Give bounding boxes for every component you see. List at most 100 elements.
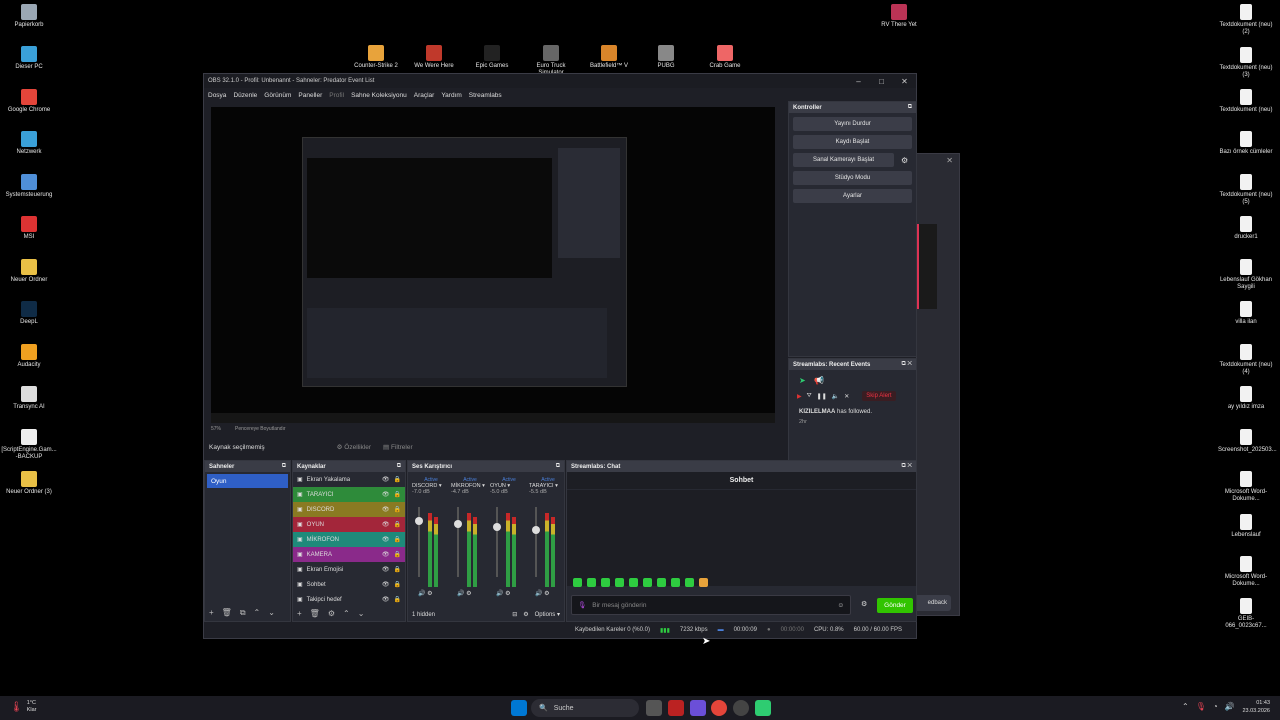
visibility-icon[interactable]: 👁 <box>382 551 390 558</box>
menu-paneller[interactable]: Paneller <box>298 92 322 99</box>
emote-icon[interactable] <box>573 578 582 587</box>
app-icon[interactable] <box>668 700 684 716</box>
desktop-icon-we-were-here[interactable]: We Were Here <box>406 45 462 70</box>
move-down-icon[interactable]: ⌄ <box>358 609 365 618</box>
desktop-icon-transync-ai[interactable]: Transync AI <box>1 386 57 411</box>
dock-float-icon[interactable]: ⧉ <box>397 463 401 470</box>
play-icon[interactable]: ▶ <box>797 393 802 400</box>
volume-icon[interactable]: 🔊 <box>457 591 464 597</box>
visibility-icon[interactable]: 👁 <box>382 596 390 603</box>
emote-icon[interactable] <box>657 578 666 587</box>
desktop-icon-textdokument-neu-2[interactable]: Textdokument (neu) (2) <box>1218 4 1274 36</box>
desktop-icon-msi[interactable]: MSI <box>1 216 57 241</box>
emote-icon[interactable] <box>671 578 680 587</box>
layout-icon[interactable]: ⊟ <box>512 611 517 618</box>
desktop-icon-screenshot-202503[interactable]: Screenshot_202503... <box>1218 429 1277 454</box>
maximize-icon[interactable]: □ <box>870 77 893 86</box>
desktop-icon-lebenslauf-g-khan-saygili[interactable]: Lebenslauf Gökhan Saygili <box>1218 259 1274 291</box>
menu-dosya[interactable]: Dosya <box>208 92 226 99</box>
menu-streamlabs[interactable]: Streamlabs <box>469 92 502 99</box>
volume-icon[interactable]: 🔊 <box>418 591 425 597</box>
lock-icon[interactable]: 🔒 <box>394 566 401 573</box>
discord-icon[interactable] <box>690 700 706 716</box>
settings-icon[interactable]: ⚙ <box>505 591 510 597</box>
dock-float-icon[interactable]: ⧉ <box>556 463 560 470</box>
desktop-icon-textdokument-neu-5[interactable]: Textdokument (neu) (5) <box>1218 174 1274 206</box>
send-icon[interactable]: ➤ <box>799 376 806 385</box>
visibility-icon[interactable]: 👁 <box>382 476 390 483</box>
lock-icon[interactable]: 🔒 <box>394 521 401 528</box>
lock-icon[interactable]: 🔒 <box>394 581 401 588</box>
desktop-icon-neuer-ordner-3[interactable]: Neuer Ordner (3) <box>1 471 57 496</box>
desktop-icon-textdokument-neu-3[interactable]: Textdokument (neu) (3) <box>1218 47 1274 79</box>
desktop-icon-pubg[interactable]: PUBG <box>638 45 694 70</box>
menu-sahne-koleksiyonu[interactable]: Sahne Koleksiyonu <box>351 92 407 99</box>
source-item-ekran-emojisi[interactable]: ▣ Ekran Emojisi 👁 🔒 <box>293 562 405 577</box>
filters-icon[interactable]: ⧉ <box>240 608 246 618</box>
volume-icon[interactable]: 🔊 <box>535 591 542 597</box>
menu-ara-lar[interactable]: Araçlar <box>414 92 435 99</box>
desktop-icon-audacity[interactable]: Audacity <box>1 344 57 369</box>
wifi-icon[interactable]: ◔ <box>1213 702 1218 711</box>
mixer-options-button[interactable]: Options ▾ <box>535 611 560 618</box>
emote-icon[interactable] <box>699 578 708 587</box>
source-item-discord[interactable]: ▣ DISCORD 👁 🔒 <box>293 502 405 517</box>
close-icon[interactable]: ✕ <box>946 156 953 165</box>
desktop-icon-drucker1[interactable]: drucker1 <box>1218 216 1274 241</box>
slider-handle[interactable] <box>532 526 540 534</box>
weather-widget[interactable]: 🌡 1°C Klar <box>10 700 36 714</box>
desktop-icon-papierkorb[interactable]: Papierkorb <box>1 4 57 29</box>
pause-icon[interactable]: ❚❚ <box>817 393 827 400</box>
desktop-icon-textdokument-neu[interactable]: Textdokument (neu) <box>1218 89 1274 114</box>
desktop-icon-lebenslauf[interactable]: Lebenslauf <box>1218 514 1274 539</box>
source-item-takipci-hedef[interactable]: ▣ Takipci hedef 👁 🔒 <box>293 592 405 607</box>
emote-icon[interactable] <box>601 578 610 587</box>
desktop-icon-baz-rnek-c-mleler[interactable]: Bazı örnek cümleler <box>1218 131 1274 156</box>
emote-icon[interactable] <box>615 578 624 587</box>
mute-icon[interactable]: 🔈 <box>832 393 839 400</box>
desktop-icon-netzwerk[interactable]: Netzwerk <box>1 131 57 156</box>
desktop-icon-systemsteuerung[interactable]: Systemsteuerung <box>1 174 57 199</box>
control-button-yay-n-durdur[interactable]: Yayını Durdur <box>793 117 912 131</box>
dock-float-icon[interactable]: ⧉ <box>282 463 286 470</box>
preview-canvas[interactable] <box>211 107 775 413</box>
lock-icon[interactable]: 🔒 <box>394 506 401 513</box>
visibility-icon[interactable]: 👁 <box>382 491 390 498</box>
source-item-kamera[interactable]: ▣ KAMERA 👁 🔒 <box>293 547 405 562</box>
lock-icon[interactable]: 🔒 <box>394 476 401 483</box>
source-item-mi-krofon[interactable]: ▣ MİKROFON 👁 🔒 <box>293 532 405 547</box>
task-view-icon[interactable] <box>646 700 662 716</box>
desktop-icon-textdokument-neu-4[interactable]: Textdokument (neu) (4) <box>1218 344 1274 376</box>
skip-icon[interactable]: ✕ <box>844 393 849 400</box>
chrome-icon[interactable] <box>711 700 727 716</box>
emoji-icon[interactable]: ☺ <box>837 602 844 609</box>
hidden-count[interactable]: 1 hidden <box>412 612 435 618</box>
lock-icon[interactable]: 🔒 <box>394 551 401 558</box>
desktop-icon-scriptengine-gam-backup[interactable]: [ScriptEngine.Gam... -BACKUP <box>1 429 57 461</box>
volume-slider[interactable] <box>532 507 540 577</box>
skip-alert-button[interactable]: Skip Alert <box>862 391 896 401</box>
mic-icon[interactable]: 🎙 <box>1196 702 1206 711</box>
desktop-icon-microsoft-word-dokume[interactable]: Microsoft Word-Dokume... <box>1218 471 1274 503</box>
streamlabs-icon[interactable] <box>755 700 771 716</box>
filter-icon[interactable]: ⛛ <box>807 393 812 400</box>
megaphone-icon[interactable]: 📢 <box>814 376 824 385</box>
desktop-icon-epic-games[interactable]: Epic Games <box>464 45 520 70</box>
move-up-icon[interactable]: ⌃ <box>254 608 261 618</box>
mic-icon[interactable]: 🎙 <box>578 601 586 609</box>
desktop-icon-dieser-pc[interactable]: Dieser PC <box>1 46 57 71</box>
desktop-icon-neuer-ordner[interactable]: Neuer Ordner <box>1 259 57 284</box>
chat-input[interactable]: 🎙 Bir mesaj gönderin ☺ <box>571 595 851 615</box>
move-up-icon[interactable]: ⌃ <box>343 609 350 618</box>
dock-float-icon[interactable]: ⧉ <box>908 104 912 111</box>
search-box[interactable]: 🔍 Suche <box>531 699 639 717</box>
settings-icon[interactable]: ⚙ <box>427 591 432 597</box>
settings-icon[interactable]: ⚙ <box>544 591 549 597</box>
desktop-icon-deepl[interactable]: DeepL <box>1 301 57 326</box>
desktop-icon-microsoft-word-dokume[interactable]: Microsoft Word-Dokume... <box>1218 556 1274 588</box>
source-item-ekran-yakalama[interactable]: ▣ Ekran Yakalama 👁 🔒 <box>293 472 405 487</box>
volume-slider[interactable] <box>454 507 462 577</box>
properties-button[interactable]: ⚙ Özellikler <box>337 443 371 451</box>
slider-handle[interactable] <box>415 517 423 525</box>
delete-icon[interactable]: 🗑 <box>222 608 232 618</box>
